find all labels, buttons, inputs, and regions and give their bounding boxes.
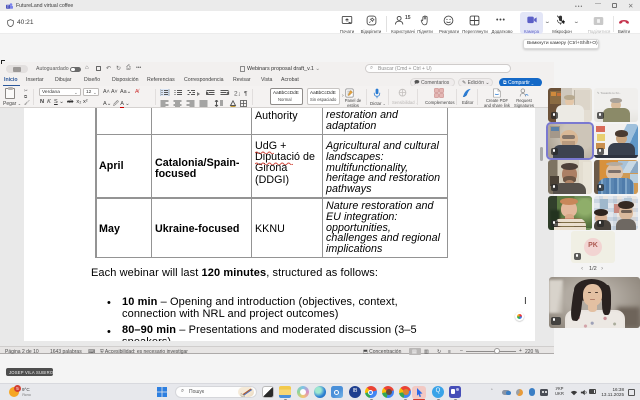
svg-text:¶: ¶ bbox=[244, 90, 248, 96]
svg-text:2↓: 2↓ bbox=[234, 90, 241, 96]
